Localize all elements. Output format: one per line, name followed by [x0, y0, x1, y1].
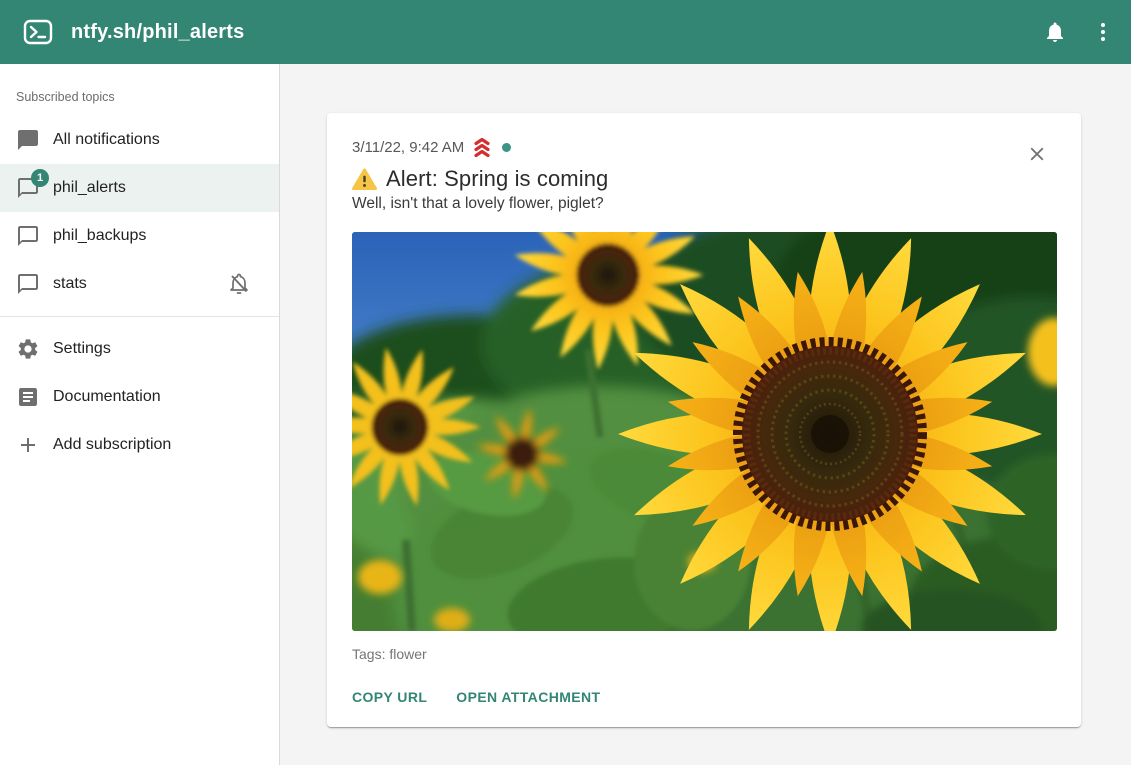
article-icon: [16, 385, 40, 409]
bell-icon: [1043, 20, 1067, 44]
sidebar-item-label: All notifications: [53, 131, 160, 149]
sunflower-photo: [352, 232, 1057, 631]
unread-dot-icon: [502, 143, 511, 152]
sidebar-item-all-notifications[interactable]: All notifications: [0, 116, 279, 164]
sidebar-item-label: Add subscription: [53, 436, 171, 454]
notification-timestamp: 3/11/22, 9:42 AM: [352, 139, 464, 156]
overflow-menu-button[interactable]: [1079, 8, 1127, 56]
priority-max-icon: [470, 135, 494, 159]
notification-title: Alert: Spring is coming: [386, 166, 608, 192]
notification-actions: COPY URL OPEN ATTACHMENT: [352, 687, 1057, 707]
kebab-menu-icon: [1091, 20, 1115, 44]
app-bar: ntfy.sh/phil_alerts: [0, 0, 1131, 64]
attachment-image[interactable]: [352, 232, 1057, 631]
sidebar: Subscribed topics All notifications 1 ph…: [0, 64, 280, 765]
sidebar-item-settings[interactable]: Settings: [0, 325, 279, 373]
sidebar-item-stats[interactable]: stats: [0, 260, 279, 308]
notification-tags: Tags: flower: [352, 646, 1057, 662]
notification-card: 3/11/22, 9:42 AM Alert: Spring is coming…: [327, 113, 1081, 727]
open-attachment-button[interactable]: OPEN ATTACHMENT: [456, 687, 600, 707]
sidebar-item-label: Settings: [53, 340, 111, 358]
close-icon: [1026, 143, 1048, 168]
copy-url-button[interactable]: COPY URL: [352, 687, 427, 707]
sidebar-item-label: phil_backups: [53, 227, 146, 245]
warning-emoji-icon: [352, 168, 377, 191]
unread-count-badge: 1: [31, 169, 49, 187]
gear-icon: [16, 337, 40, 361]
subscribed-topics-caption: Subscribed topics: [0, 66, 279, 116]
notification-message: Well, isn't that a lovely flower, piglet…: [352, 195, 1057, 213]
sidebar-item-label: stats: [53, 275, 87, 293]
chat-bubble-outline-icon: [16, 272, 40, 296]
close-notification-button[interactable]: [1019, 137, 1055, 173]
notifications-button[interactable]: [1031, 8, 1079, 56]
chat-bubble-outline-icon: [16, 224, 40, 248]
main-content: 3/11/22, 9:42 AM Alert: Spring is coming…: [280, 64, 1131, 765]
chat-bubble-outline-icon: 1: [16, 176, 40, 200]
notifications-muted-icon: [227, 272, 251, 296]
plus-icon: [16, 433, 40, 457]
sidebar-item-phil-alerts[interactable]: 1 phil_alerts: [0, 164, 279, 212]
sidebar-item-label: phil_alerts: [53, 179, 126, 197]
sidebar-item-label: Documentation: [53, 388, 161, 406]
page-title: ntfy.sh/phil_alerts: [71, 21, 244, 44]
sidebar-item-documentation[interactable]: Documentation: [0, 373, 279, 421]
topic-list: All notifications 1 phil_alerts phil_bac…: [0, 116, 279, 308]
terminal-logo-icon: [22, 18, 54, 46]
notification-title-row: Alert: Spring is coming: [352, 166, 1057, 192]
sidebar-menu: Settings Documentation Add subscription: [0, 325, 279, 469]
sidebar-divider: [0, 316, 279, 317]
sidebar-item-add-subscription[interactable]: Add subscription: [0, 421, 279, 469]
sidebar-item-phil-backups[interactable]: phil_backups: [0, 212, 279, 260]
chat-bubble-filled-icon: [16, 128, 40, 152]
